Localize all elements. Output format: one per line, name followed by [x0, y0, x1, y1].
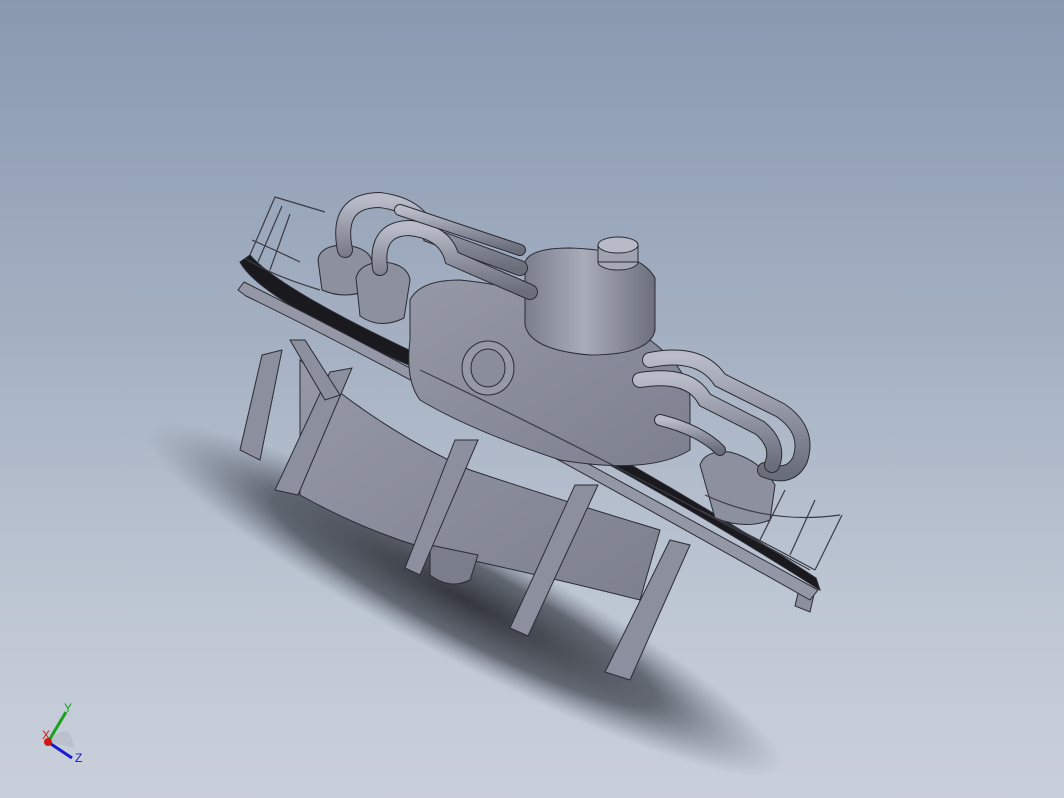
platform-assembly — [237, 191, 843, 681]
assembly-model[interactable] — [0, 0, 1064, 798]
z-axis-label: Z — [75, 751, 82, 765]
orientation-triad[interactable]: Y Z X — [30, 700, 100, 780]
graphics-viewport[interactable]: Y Z X — [0, 0, 1064, 798]
y-axis-label: Y — [64, 701, 72, 715]
x-axis-label: X — [42, 728, 50, 742]
